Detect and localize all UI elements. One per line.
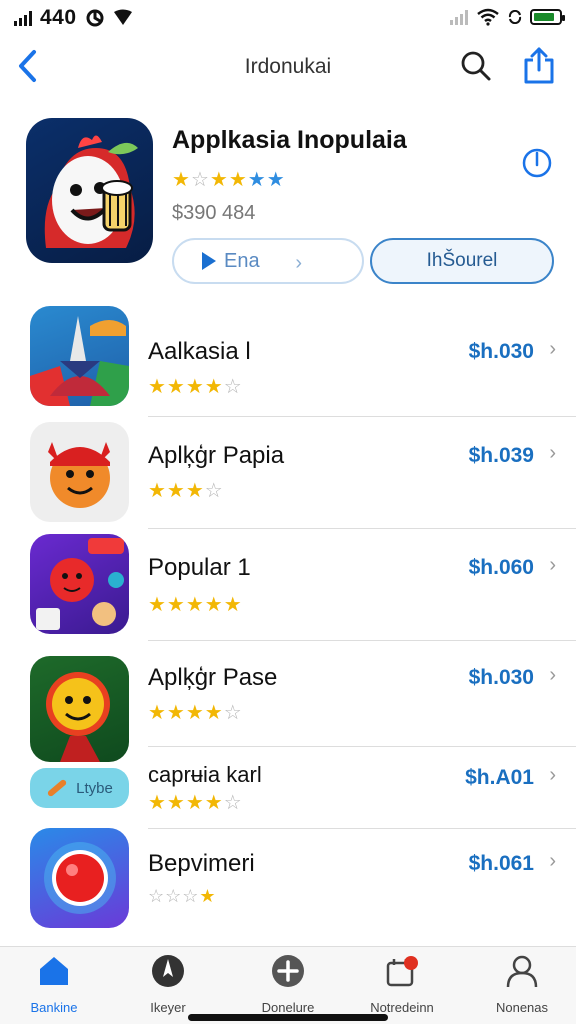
divider	[148, 416, 576, 417]
chevron-right-icon: ›	[549, 554, 556, 576]
home-indicator	[188, 1014, 388, 1021]
list-item[interactable]: Ltybe сaprʉia karl ★★★★☆ $h.A01 ›	[0, 748, 576, 828]
devil-emoji-app-icon	[30, 422, 129, 522]
app-price: $h.039	[468, 444, 534, 467]
app-name: Aplķģr Pase	[148, 664, 278, 691]
divider	[148, 640, 576, 641]
play-icon	[202, 252, 216, 270]
status-time: 440	[40, 6, 77, 29]
star-icon: ★	[228, 169, 248, 191]
app-rating-stars: ★★★★☆	[148, 702, 243, 724]
app-price: $h.030	[468, 666, 534, 689]
app-price: $h.A01	[465, 766, 534, 789]
status-bar: 440	[0, 0, 576, 34]
app-rating-stars: ★★★☆	[148, 480, 224, 502]
featured-rating-stars: ★☆★★★★	[172, 167, 286, 192]
sync-icon	[508, 10, 522, 24]
tab-bar: Bankine Ikeyer Donelure Notredeinn Nonen…	[0, 946, 576, 1024]
app-rating-stars: ★★★★☆	[148, 792, 243, 814]
open-button-label: Ena	[224, 249, 260, 272]
battery-icon	[530, 9, 565, 25]
tab-explore[interactable]: Ikeyer	[116, 953, 220, 1015]
status-left: 440	[14, 6, 133, 30]
calendar-badge-icon	[386, 956, 418, 987]
home-icon	[40, 957, 68, 985]
app-rating-stars: ★★★★☆	[148, 376, 243, 398]
chevron-right-icon: ›	[549, 664, 556, 686]
app-name: Aplķģr Papia	[148, 442, 285, 469]
red-ball-app-icon	[30, 828, 129, 928]
signal-swirl-icon	[86, 9, 104, 27]
chevron-right-icon: ›	[549, 442, 556, 464]
tab-notifications[interactable]: Notredeinn	[350, 953, 454, 1015]
wifi-icon	[477, 8, 499, 26]
nav-bar: Irdonukai	[0, 40, 576, 94]
featured-app-price: $390 484	[172, 202, 256, 224]
app-price: $h.030	[468, 340, 534, 363]
tab-label: Ikeyer	[150, 1000, 186, 1015]
tab-label: Nonenas	[495, 1000, 549, 1015]
tab-profile[interactable]: Nonenas	[470, 953, 574, 1015]
app-price: $h.060	[468, 556, 534, 579]
list-item[interactable]: Bepvimeri ☆☆☆★ $h.061 ›	[0, 828, 576, 940]
sun-emoji-app-icon	[30, 656, 129, 762]
list-item[interactable]: Aplķģr Papia ★★★☆ $h.039 ›	[0, 418, 576, 528]
app-badge-label: Ltybe	[76, 779, 113, 797]
divider	[148, 528, 576, 529]
star-icon: ★	[172, 169, 191, 191]
cell-signal-icon	[14, 10, 32, 26]
app-price: $h.061	[468, 852, 534, 875]
chevron-right-icon: ›	[549, 850, 556, 872]
tab-label: Donelure	[261, 1000, 315, 1015]
party-game-app-icon	[30, 534, 129, 634]
app-rating-stars: ☆☆☆★	[148, 886, 217, 906]
location-arrow-icon	[113, 9, 132, 25]
share-icon	[524, 47, 554, 84]
app-name: Aalkasia l	[148, 338, 251, 365]
app-rating-stars: ★★★★★	[148, 594, 243, 616]
tab-label: Bankine	[30, 1000, 78, 1015]
tab-home[interactable]: Bankine	[2, 953, 106, 1015]
lyt-pill-app-icon: Ltybe	[30, 768, 129, 808]
info-icon	[522, 148, 552, 178]
plus-circle-icon	[272, 955, 304, 987]
app-name: сaprʉia karl	[148, 762, 262, 787]
person-icon	[506, 955, 538, 988]
tab-label: Notredeinn	[370, 1000, 434, 1015]
search-icon	[461, 51, 491, 81]
featured-app: Applkasia Inopulaia ★☆★★★★ $390 484 Ena …	[0, 118, 576, 290]
install-button[interactable]: IhŠourel	[370, 238, 554, 284]
star-icon: ★	[266, 169, 286, 191]
star-icon: ☆	[190, 169, 210, 191]
chevron-right-icon: ›	[295, 252, 302, 274]
tab-add[interactable]: Donelure	[236, 953, 340, 1015]
divider	[148, 828, 576, 829]
compass-icon	[152, 955, 184, 987]
list-item[interactable]: Aplķģr Pase ★★★★☆ $h.030 ›	[0, 652, 576, 762]
share-button[interactable]	[522, 46, 556, 84]
list-item[interactable]: Popular 1 ★★★★★ $h.060 ›	[0, 532, 576, 640]
star-icon: ★	[209, 169, 229, 191]
kite-adventure-app-icon	[30, 306, 129, 406]
ghost-mascot-app-icon[interactable]	[26, 118, 153, 263]
star-icon: ★	[247, 169, 267, 191]
search-button[interactable]	[460, 50, 492, 82]
app-name: Popular 1	[148, 554, 251, 581]
chevron-right-icon: ›	[549, 338, 556, 360]
info-button[interactable]	[522, 148, 552, 178]
open-button[interactable]: Ena ›	[172, 238, 364, 284]
status-right	[450, 8, 565, 26]
app-name: Bepvimeri	[148, 850, 255, 877]
list-item[interactable]: Aalkasia l ★★★★☆ $h.030 ›	[0, 304, 576, 416]
divider	[148, 746, 576, 747]
install-button-label: IhŠourel	[426, 250, 498, 271]
chevron-right-icon: ›	[549, 764, 556, 786]
featured-app-title: Applkasia Inopulaia	[172, 126, 407, 154]
brush-icon	[46, 778, 68, 798]
cell-signal-secondary-icon	[450, 9, 468, 25]
